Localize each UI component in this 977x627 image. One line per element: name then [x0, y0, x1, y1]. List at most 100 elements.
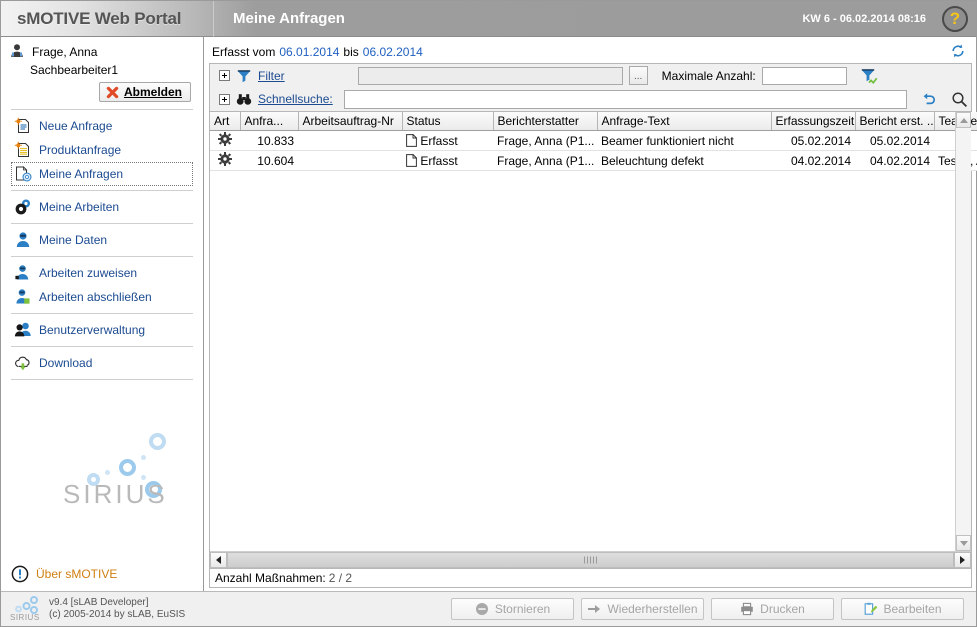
cell-auftrag	[298, 130, 402, 151]
scroll-grip	[583, 556, 598, 564]
horizontal-scrollbar[interactable]	[210, 551, 971, 568]
gear-icon[interactable]	[218, 132, 232, 146]
table-row[interactable]: 10.833 Erfasst Frage, Anna (P1... Beamer f…	[210, 130, 977, 151]
filter-browse-button[interactable]: ...	[628, 66, 648, 86]
table-body: 10.833 Erfasst Frage, Anna (P1... Beamer f…	[210, 130, 977, 171]
cell-status: Erfasst	[402, 130, 493, 151]
column-header-bericht_erst[interactable]: Bericht erst. ...	[855, 112, 935, 131]
quicksearch-input[interactable]	[343, 89, 907, 109]
sidebar-item-label: Neue Anfrage	[39, 119, 113, 133]
erfasst-to-date: 06.02.2014	[362, 45, 423, 59]
grid-area: Art Anfra... Arbeitsauftrag-Nr Status Berich…	[210, 112, 977, 551]
sidebar-item-meine-anfragen[interactable]: Meine Anfragen	[11, 162, 193, 186]
logout-button[interactable]: Abmelden	[98, 82, 191, 102]
vertical-scroll-track[interactable]	[956, 128, 971, 535]
quicksearch-label[interactable]: Schnellsuche:	[258, 92, 333, 106]
gear-icon[interactable]	[218, 152, 232, 166]
column-header-status[interactable]: Status	[402, 112, 494, 131]
filter-panel: Filter ... Maximale Anzahl: Schnellsuche…	[209, 63, 972, 112]
cell-bericht: Frage, Anna (P1...	[493, 130, 597, 151]
sidebar-item-neue-anfrage[interactable]: Neue Anfrage	[11, 114, 193, 138]
cell-bericht_erst: 05.02.2014	[855, 130, 934, 151]
cancel-circle-icon	[475, 602, 489, 616]
user-name: Frage, Anna	[32, 45, 98, 59]
scroll-down-button[interactable]	[956, 535, 971, 551]
app-header: sMOTIVE Web Portal Meine Anfragen KW 6 -…	[1, 0, 976, 37]
refresh-icon[interactable]	[950, 43, 966, 59]
svg-text:SIRIUS: SIRIUS	[10, 613, 40, 622]
version-block: SIRIUS v9.4 [sLAB Developer] (c) 2005-20…	[9, 596, 185, 622]
sidebar-item-label: Download	[39, 356, 93, 370]
assign-work-icon	[14, 264, 32, 282]
logout-wrapper: Abmelden	[9, 82, 195, 102]
sidebar-item-produktanfrage[interactable]: Produktanfrage	[11, 138, 193, 162]
sirius-footer-logo: SIRIUS	[9, 596, 43, 622]
cell-art	[210, 150, 240, 171]
scroll-right-button[interactable]	[954, 552, 971, 568]
nav-group-download: Download	[11, 346, 193, 380]
requests-table: Art Anfra... Arbeitsauftrag-Nr Status Berich…	[210, 112, 977, 171]
sidebar-item-label: Meine Arbeiten	[39, 200, 120, 214]
bearbeiten-button[interactable]: Bearbeiten	[841, 598, 964, 620]
cell-erfzeit: 04.02.2014	[771, 150, 855, 171]
sidebar-item-benutzerverwaltung[interactable]: Benutzerverwaltung	[11, 318, 193, 342]
status-label: Anzahl Maßnahmen:	[215, 571, 326, 585]
sidebar-nav: Neue Anfrage Produktanfrage Meine Anfrag…	[1, 109, 203, 380]
user-role: Sachbearbeiter1	[30, 63, 119, 77]
printer-icon	[740, 602, 754, 616]
nav-group-requests: Neue Anfrage Produktanfrage Meine Anfrag…	[11, 109, 193, 190]
binoculars-icon	[236, 91, 252, 107]
document-icon	[406, 153, 417, 168]
sidebar-item-arbeiten-abschliessen[interactable]: Arbeiten abschließen	[11, 285, 193, 309]
new-request-icon	[14, 117, 32, 135]
cell-text: Beleuchtung defekt	[597, 150, 771, 171]
sidebar-item-arbeiten-zuweisen[interactable]: Arbeiten zuweisen	[11, 261, 193, 285]
search-icon[interactable]	[951, 91, 968, 108]
header-clock: KW 6 - 06.02.2014 08:16	[802, 12, 926, 25]
close-x-icon	[106, 86, 119, 99]
cell-art	[210, 130, 240, 151]
button-label: Wiederherstellen	[607, 602, 698, 616]
button-label: Stornieren	[494, 602, 551, 616]
status-count: 2 / 2	[328, 571, 353, 585]
column-header-erfzeit[interactable]: Erfassungszeit	[771, 112, 856, 131]
max-count-input[interactable]	[761, 66, 847, 85]
scroll-up-button[interactable]	[956, 112, 971, 128]
scroll-left-button[interactable]	[210, 552, 227, 568]
filter-label[interactable]: Filter	[258, 69, 285, 83]
column-header-anfrage[interactable]: Anfra...	[240, 112, 299, 131]
erfasst-mid: bis	[343, 45, 359, 59]
cell-anfrage: 10.604	[240, 150, 298, 171]
app-brand: sMOTIVE Web Portal	[17, 8, 182, 28]
status-badge: Erfasst	[420, 133, 458, 148]
sidebar-item-meine-daten[interactable]: Meine Daten	[11, 228, 193, 252]
app-footer: SIRIUS v9.4 [sLAB Developer] (c) 2005-20…	[1, 591, 976, 626]
users-icon	[14, 321, 32, 339]
apply-filter-icon[interactable]	[860, 67, 878, 85]
stornieren-button[interactable]: Stornieren	[451, 598, 574, 620]
sidebar-item-meine-arbeiten[interactable]: Meine Arbeiten	[11, 195, 193, 219]
nav-group-data: Meine Daten	[11, 223, 193, 256]
column-header-bericht[interactable]: Berichterstatter	[493, 112, 598, 131]
about-smotive-link[interactable]: Über sMOTIVE	[1, 559, 203, 591]
about-label: Über sMOTIVE	[36, 567, 118, 581]
cell-bericht_erst: 04.02.2014	[855, 150, 934, 171]
horizontal-scroll-thumb[interactable]	[227, 552, 954, 568]
sidebar-item-label: Benutzerverwaltung	[39, 323, 146, 337]
undo-icon[interactable]	[921, 91, 937, 107]
sidebar-item-download[interactable]: Download	[11, 351, 193, 375]
help-icon[interactable]: ?	[942, 5, 968, 32]
column-header-auftrag[interactable]: Arbeitsauftrag-Nr	[298, 112, 403, 131]
filter-expand-toggle[interactable]	[219, 70, 230, 82]
grid-left: Art Anfra... Arbeitsauftrag-Nr Status Berich…	[210, 112, 977, 551]
page-title: Meine Anfragen	[233, 10, 345, 27]
drucken-button[interactable]: Drucken	[711, 598, 834, 620]
vertical-scrollbar[interactable]	[955, 112, 971, 551]
table-row[interactable]: 10.604 Erfasst Frage, Anna (P1... Beleucht…	[210, 150, 977, 171]
filter-input[interactable]	[357, 66, 623, 85]
column-header-text[interactable]: Anfrage-Text	[597, 112, 772, 131]
status-bar: Anzahl Maßnahmen: 2 / 2	[209, 569, 972, 588]
quicksearch-expand-toggle[interactable]	[219, 93, 230, 105]
column-header-art[interactable]: Art	[210, 112, 241, 131]
wiederherstellen-button[interactable]: Wiederherstellen	[581, 598, 704, 620]
